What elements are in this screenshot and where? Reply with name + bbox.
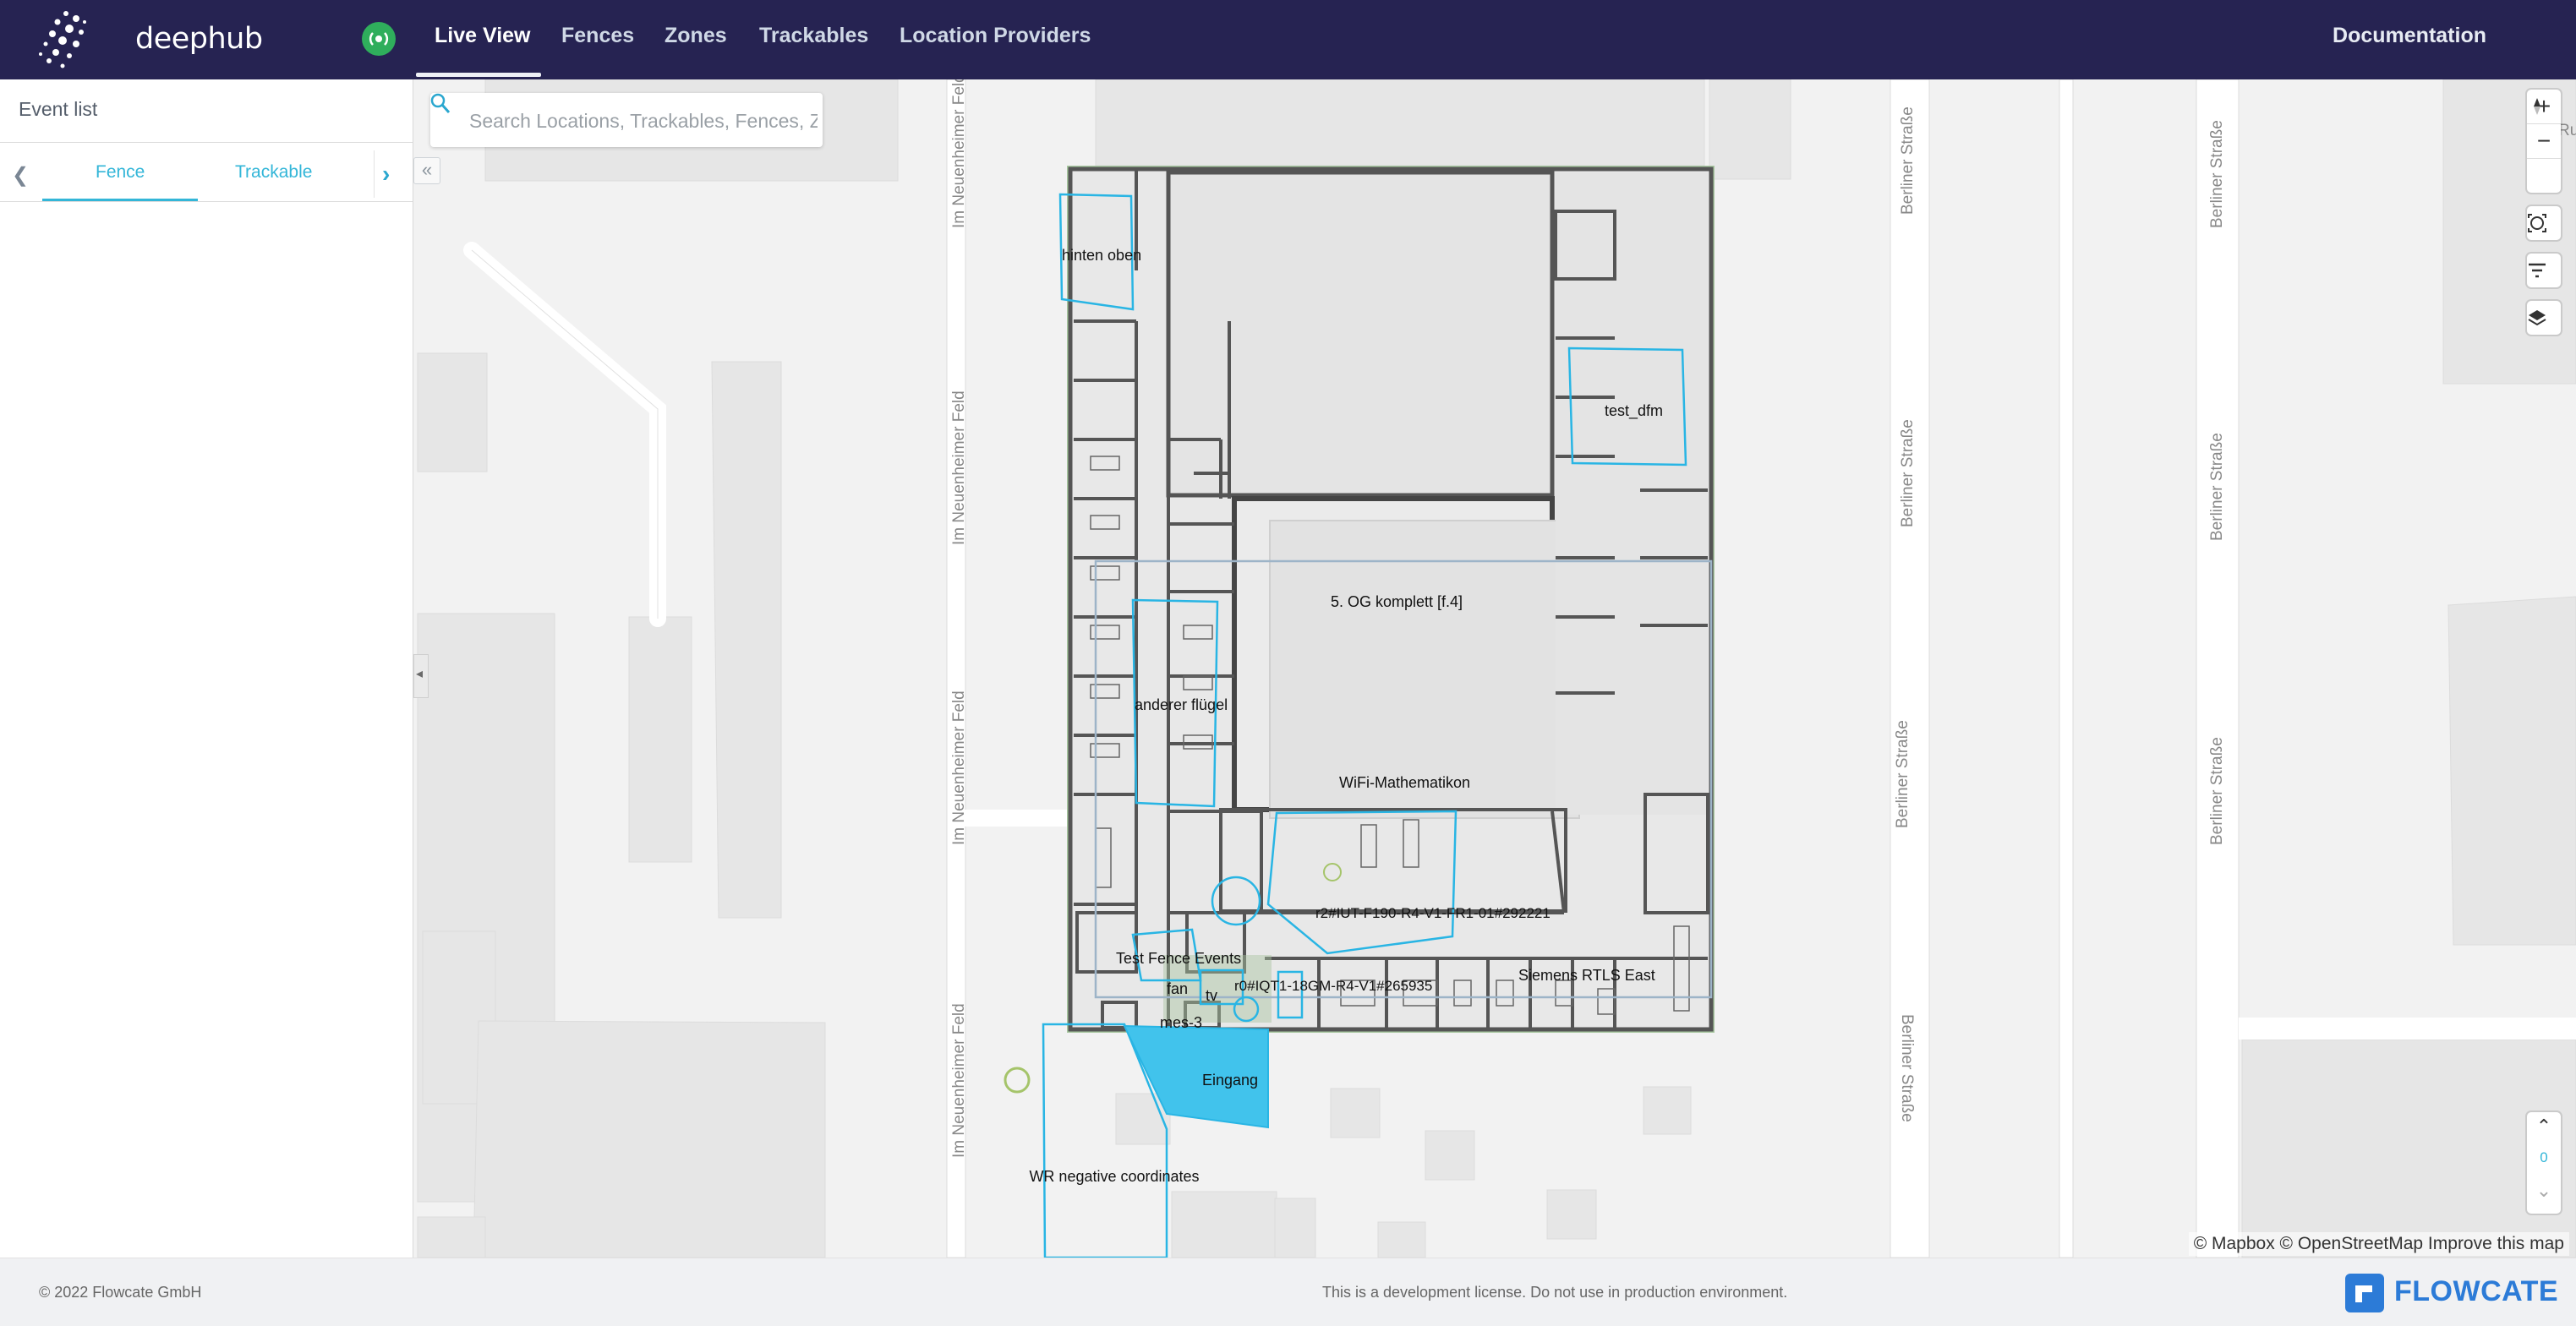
fence-label: tv: [1206, 987, 1217, 1004]
documentation-link[interactable]: Documentation: [2333, 24, 2486, 48]
street-label-left: Im Neuenheimer Feld: [950, 79, 968, 228]
fence-label: Test Fence Events: [1116, 950, 1241, 967]
street-label-far-right: Berliner Straße: [2208, 433, 2226, 541]
search-icon: [430, 93, 451, 113]
nav-zones[interactable]: Zones: [665, 24, 727, 48]
fence-label: Siemens RTLS East: [1518, 967, 1655, 984]
compass-icon: [2534, 98, 2540, 115]
nav-location-providers[interactable]: Location Providers: [900, 24, 1091, 48]
filter-control: [2527, 254, 2561, 287]
top-navigation-bar: deephub Live View Fences Zones Trackable…: [0, 0, 2576, 79]
street-label-fragment: Ru: [2558, 122, 2576, 139]
floorplan-map[interactable]: Im Neuenheimer Feld Im Neuenheimer Feld …: [413, 79, 2576, 1258]
map-view[interactable]: Im Neuenheimer Feld Im Neuenheimer Feld …: [413, 79, 2576, 1258]
street-label-right: Berliner Straße: [1899, 419, 1917, 527]
event-list-panel: Event list ❮ Fence Trackable ›: [0, 79, 413, 1258]
deephub-logo-mark: [39, 11, 86, 68]
fence-label: Eingang: [1202, 1072, 1258, 1089]
level-up-button[interactable]: ⌃: [2527, 1116, 2561, 1138]
divider: [0, 201, 413, 202]
level-value: 0: [2540, 1149, 2548, 1165]
fit-bounds-control: [2527, 206, 2561, 240]
zoom-out-button[interactable]: −: [2527, 124, 2561, 159]
panel-resize-handle[interactable]: ◂: [413, 654, 429, 698]
fence-label: hinten oben: [1062, 247, 1141, 264]
map-attribution[interactable]: © Mapbox © OpenStreetMap Improve this ma…: [2188, 1232, 2569, 1256]
location-marker[interactable]: [1004, 1067, 1031, 1094]
license-notice: This is a development license. Do not us…: [1322, 1284, 1788, 1301]
layers-button[interactable]: [2527, 301, 2561, 335]
filter-button[interactable]: [2527, 254, 2561, 287]
fence-label: 5. OG komplett [f.4]: [1331, 593, 1463, 610]
footer: © 2022 Flowcate GmbH This is a developme…: [0, 1258, 2576, 1326]
street-label-right: Berliner Straße: [1898, 1014, 1916, 1122]
tab-scroll-left-icon[interactable]: ❮: [12, 163, 29, 188]
nav-fences[interactable]: Fences: [561, 24, 634, 48]
divider: [0, 142, 413, 143]
fence-label: mes-3: [1160, 1014, 1202, 1031]
logo-text: deephub: [135, 22, 263, 56]
street-label-far-right: Berliner Straße: [2208, 737, 2226, 845]
caret-left-icon: ◂: [416, 667, 424, 681]
nav-active-indicator: [416, 73, 541, 77]
collapse-sidebar-button[interactable]: «: [413, 157, 440, 184]
copyright-text: © 2022 Flowcate GmbH: [39, 1284, 202, 1301]
compass-button[interactable]: [2527, 98, 2561, 193]
divider: [374, 150, 375, 198]
street-label-left: Im Neuenheimer Feld: [950, 690, 968, 845]
search-input[interactable]: [468, 93, 819, 149]
nav-trackables[interactable]: Trackables: [759, 24, 868, 48]
fence-label: WiFi-Mathematikon: [1339, 774, 1470, 791]
street-label-right: Berliner Straße: [1899, 106, 1917, 215]
flowcate-brand: FLOWCATE: [2394, 1275, 2559, 1307]
fence-label: test_dfm: [1605, 402, 1663, 420]
filter-icon: [2529, 263, 2546, 278]
tab-scroll-right-icon[interactable]: ›: [382, 161, 390, 188]
fence-label: fan: [1167, 980, 1188, 997]
tab-fence[interactable]: Fence: [96, 162, 145, 183]
fence-label: r2#IUT-F190-R4-V1-FR1-01#292221: [1315, 905, 1551, 921]
street-label-far-right: Berliner Straße: [2208, 120, 2226, 228]
nav-live-view[interactable]: Live View: [435, 24, 531, 48]
street-label-left: Im Neuenheimer Feld: [950, 390, 968, 545]
tab-trackable[interactable]: Trackable: [235, 162, 312, 183]
live-status-icon: [362, 22, 396, 56]
flowcate-logo-icon: [2345, 1274, 2384, 1312]
fit-bounds-button[interactable]: [2527, 206, 2561, 240]
fence-label: WR negative coordinates: [1029, 1168, 1199, 1185]
floor-level-selector: ⌃ 0 ⌄: [2527, 1112, 2561, 1214]
deephub-logo[interactable]: deephub: [32, 5, 263, 76]
fence-label: r0#IQT1-18GM-R4-V1#265935: [1234, 978, 1432, 994]
layers-icon: [2528, 310, 2546, 326]
event-list-title: Event list: [19, 98, 98, 120]
fence-label: anderer flügel: [1135, 696, 1228, 713]
fit-bounds-icon: [2528, 214, 2546, 232]
street-label-right: Berliner Straße: [1894, 720, 1911, 828]
street-label-left: Im Neuenheimer Feld: [950, 1003, 968, 1158]
layers-control: [2527, 301, 2561, 335]
map-search-box[interactable]: [430, 93, 823, 149]
map-navigation-controls: + −: [2527, 90, 2561, 193]
level-down-button[interactable]: ⌄: [2527, 1180, 2561, 1202]
